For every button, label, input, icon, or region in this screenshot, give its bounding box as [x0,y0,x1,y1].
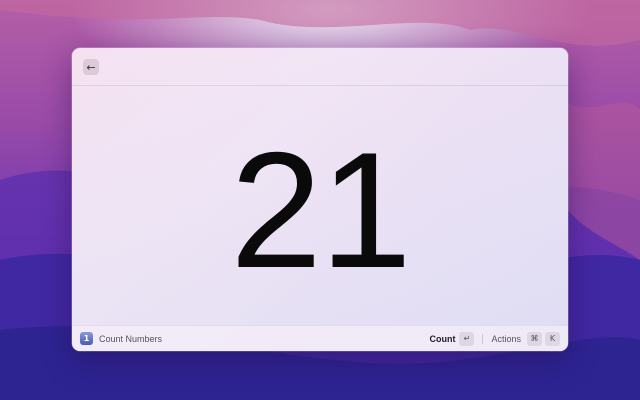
command-icon: 1 [80,332,93,345]
extension-window: ← 21 1 Count Numbers Count ↵ Actions ⌘ K [72,48,568,351]
footer-divider [482,333,484,344]
count-display: 21 [230,118,412,302]
k-key[interactable]: K [545,331,560,346]
primary-action-button[interactable]: Count [429,334,455,344]
command-key-icon[interactable]: ⌘ [527,331,542,346]
return-key-icon[interactable]: ↵ [459,331,475,346]
arrow-left-icon: ← [86,60,96,74]
command-icon-glyph: 1 [83,334,90,343]
back-button[interactable]: ← [83,59,99,75]
window-header: ← [72,48,568,86]
action-bar: 1 Count Numbers Count ↵ Actions ⌘ K [72,325,568,351]
actions-button[interactable]: Actions [491,334,521,344]
detail-view: 21 [72,86,568,325]
command-name: Count Numbers [99,333,163,344]
